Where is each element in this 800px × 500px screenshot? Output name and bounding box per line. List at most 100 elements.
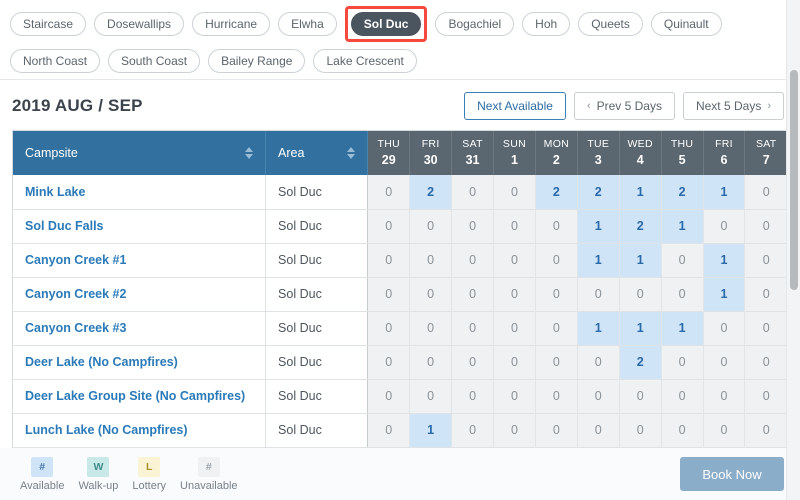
column-header-date-6: WED 4 (619, 131, 662, 175)
filter-pill-hurricane[interactable]: Hurricane (192, 12, 271, 36)
column-header-date-4: MON 2 (535, 131, 578, 175)
filter-pill-staircase[interactable]: Staircase (10, 12, 87, 36)
availability-cell-unavailable: 0 (493, 413, 536, 448)
availability-cell-available[interactable]: 2 (577, 175, 620, 210)
chevron-left-icon: ‹ (586, 99, 591, 112)
filter-pill-bogachiel[interactable]: Bogachiel (435, 12, 515, 36)
legend-label-walkup: Walk-up (78, 479, 119, 492)
page-scrollbar-track[interactable] (786, 0, 800, 500)
campsite-link[interactable]: Canyon Creek #3 (13, 311, 267, 346)
legend-label-lottery: Lottery (132, 479, 167, 492)
availability-cell-unavailable: 0 (493, 311, 536, 346)
prev-5-days-button[interactable]: ‹ Prev 5 Days (573, 92, 675, 120)
availability-cell-available[interactable]: 1 (577, 311, 620, 346)
availability-cell-unavailable: 0 (744, 311, 787, 346)
sort-icon-area[interactable] (347, 147, 356, 159)
availability-cell-available[interactable]: 2 (619, 209, 662, 244)
campsite-area: Sol Duc (265, 277, 369, 312)
campsite-area: Sol Duc (265, 175, 369, 210)
table-row: Deer Lake Group Site (No Campfires) Sol D… (13, 379, 787, 414)
availability-cell-available[interactable]: 1 (661, 311, 704, 346)
availability-cell-available[interactable]: 1 (619, 311, 662, 346)
filter-pill-row-1: Staircase Dosewallips Hurricane Elwha Sol Du… (10, 6, 790, 42)
availability-cell-available[interactable]: 1 (409, 413, 453, 448)
availability-cell-available[interactable]: 1 (577, 209, 620, 244)
availability-cell-available[interactable]: 2 (619, 345, 662, 380)
column-header-area[interactable]: Area (265, 131, 369, 175)
filter-pill-queets[interactable]: Queets (578, 12, 643, 36)
campsite-link[interactable]: Mink Lake (13, 175, 267, 210)
availability-cell-available[interactable]: 2 (409, 175, 453, 210)
date-num-3: 1 (510, 152, 518, 167)
next-available-button[interactable]: Next Available (464, 92, 566, 120)
availability-cell-unavailable: 0 (367, 277, 411, 312)
campsite-link[interactable]: Sol Duc Falls (13, 209, 267, 244)
availability-cell-unavailable: 0 (703, 413, 746, 448)
filter-pill-bailey-range[interactable]: Bailey Range (208, 49, 306, 73)
availability-cell-unavailable: 0 (451, 379, 494, 414)
date-dow-5: TUE (587, 138, 610, 151)
table-body: Mink Lake Sol Duc 0 2 0 0 2 2 1 2 1 0 Sol Duc Falls S… (13, 175, 787, 448)
table-header-row: Campsite Area THU 29 FRI 30 SAT 31 SUN 1 MON 2 TUE… (13, 131, 787, 175)
availability-cell-unavailable: 0 (367, 311, 411, 346)
date-dow-2: SAT (462, 138, 483, 151)
campsite-link[interactable]: Lunch Lake (No Campfires) (13, 413, 267, 448)
filter-pill-south-coast[interactable]: South Coast (108, 49, 201, 73)
legend-swatch-available: # (31, 456, 54, 477)
availability-cell-unavailable: 0 (493, 345, 536, 380)
campsite-area: Sol Duc (265, 243, 369, 278)
availability-cell-unavailable: 0 (367, 379, 411, 414)
campsite-area: Sol Duc (265, 209, 369, 244)
campsite-link[interactable]: Deer Lake Group Site (No Campfires) (13, 379, 267, 414)
availability-cell-unavailable: 0 (661, 413, 704, 448)
availability-cell-available[interactable]: 1 (619, 243, 662, 278)
availability-cell-available[interactable]: 1 (703, 175, 746, 210)
legend-item-lottery: L Lottery (132, 456, 167, 492)
availability-cell-available[interactable]: 1 (703, 277, 746, 312)
legend-swatch-walkup: W (87, 456, 110, 477)
availability-cell-unavailable: 0 (451, 413, 494, 448)
filter-pill-sol-duc[interactable]: Sol Duc (350, 12, 422, 36)
campsite-link[interactable]: Canyon Creek #2 (13, 277, 267, 312)
campsite-link[interactable]: Canyon Creek #1 (13, 243, 267, 278)
filter-pill-elwha[interactable]: Elwha (278, 12, 337, 36)
filter-pill-lake-crescent[interactable]: Lake Crescent (313, 49, 417, 73)
campsite-link[interactable]: Deer Lake (No Campfires) (13, 345, 267, 380)
date-dow-0: THU (377, 138, 400, 151)
legend-label-available: Available (20, 479, 65, 492)
next-5-days-button[interactable]: Next 5 Days › (682, 92, 784, 120)
availability-cell-available[interactable]: 2 (535, 175, 578, 210)
availability-cell-unavailable: 0 (661, 379, 704, 414)
date-num-6: 4 (636, 152, 644, 167)
availability-cell-unavailable: 0 (619, 413, 662, 448)
availability-legend: # Available W Walk-up L Lottery # Unavailable (12, 456, 238, 492)
next-5-days-label: Next 5 Days (695, 99, 762, 113)
availability-cell-available[interactable]: 2 (661, 175, 704, 210)
availability-cell-unavailable: 0 (535, 413, 578, 448)
availability-cell-available[interactable]: 1 (619, 175, 662, 210)
availability-cell-unavailable: 0 (744, 379, 787, 414)
column-header-date-2: SAT 31 (451, 131, 494, 175)
filter-pill-quinault[interactable]: Quinault (650, 12, 722, 36)
date-num-4: 2 (552, 152, 560, 167)
availability-cell-unavailable: 0 (367, 175, 411, 210)
date-dow-9: SAT (755, 138, 777, 151)
availability-cell-available[interactable]: 1 (703, 243, 746, 278)
availability-cell-unavailable: 0 (661, 243, 704, 278)
sort-icon-campsite[interactable] (245, 147, 254, 159)
table-row: Canyon Creek #1 Sol Duc 0 0 0 0 0 1 1 0 1 0 (13, 243, 787, 278)
page-scrollbar-thumb[interactable] (790, 70, 798, 290)
availability-cell-available[interactable]: 1 (661, 209, 704, 244)
column-header-area-label: Area (278, 146, 305, 160)
availability-cell-unavailable: 0 (367, 413, 411, 448)
availability-table: Campsite Area THU 29 FRI 30 SAT 31 SUN 1 MON 2 TUE… (13, 131, 787, 448)
filter-pill-dosewallips[interactable]: Dosewallips (94, 12, 185, 36)
availability-cell-unavailable: 0 (409, 209, 453, 244)
column-header-campsite[interactable]: Campsite (13, 131, 267, 175)
filter-pill-hoh[interactable]: Hoh (522, 12, 571, 36)
filter-pill-north-coast[interactable]: North Coast (10, 49, 101, 73)
table-row: Canyon Creek #3 Sol Duc 0 0 0 0 0 1 1 1 0 0 (13, 311, 787, 346)
book-now-button[interactable]: Book Now (680, 457, 784, 491)
availability-cell-unavailable: 0 (409, 243, 453, 278)
availability-cell-available[interactable]: 1 (577, 243, 620, 278)
